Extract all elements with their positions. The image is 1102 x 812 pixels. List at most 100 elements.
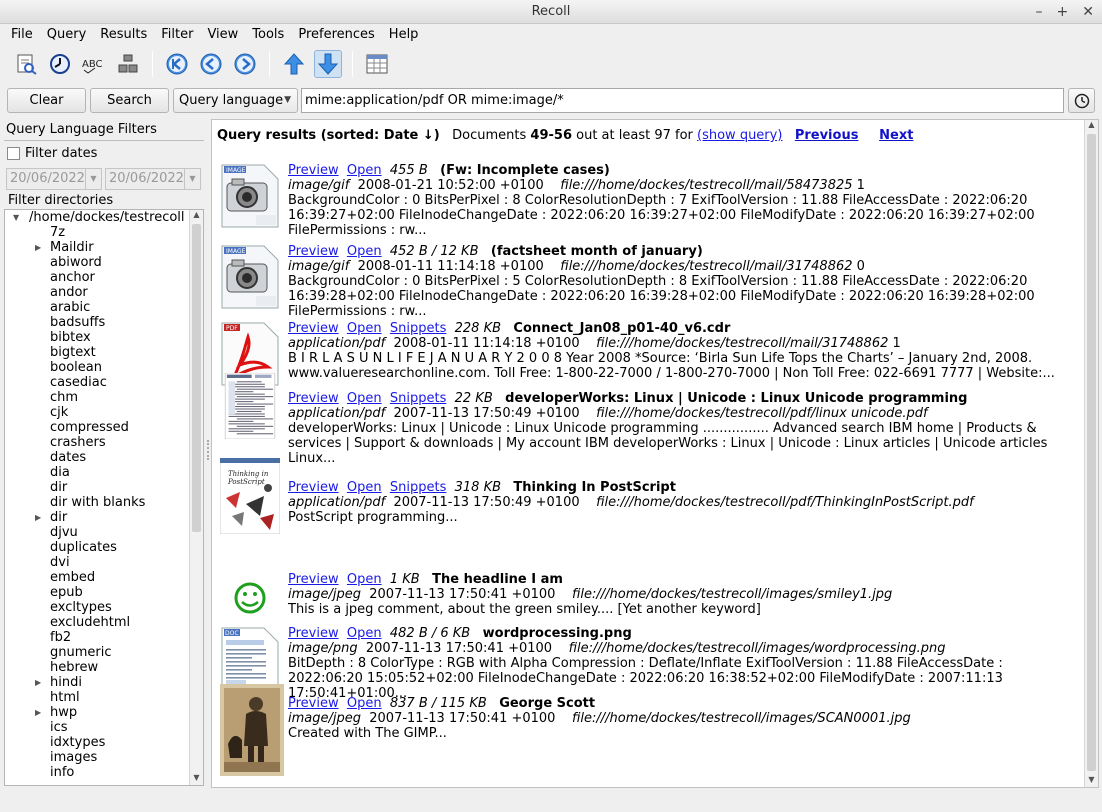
- result-snippets-link[interactable]: Snippets: [390, 391, 446, 406]
- collapsed-arrow-icon[interactable]: ▶: [35, 510, 45, 525]
- filter-dates-checkbox[interactable]: [7, 147, 20, 160]
- tree-item[interactable]: dir with blanks: [5, 495, 189, 510]
- tree-item[interactable]: images: [5, 750, 189, 765]
- result-preview-link[interactable]: Preview: [288, 391, 339, 406]
- tree-item[interactable]: ▶ dir: [5, 510, 189, 525]
- history-button[interactable]: [1068, 88, 1095, 113]
- tree-item[interactable]: html: [5, 690, 189, 705]
- clear-button[interactable]: Clear: [7, 88, 86, 113]
- results-scrollbar[interactable]: ▲ ▼: [1084, 120, 1098, 787]
- menu-preferences[interactable]: Preferences: [291, 25, 381, 45]
- tree-item[interactable]: dir: [5, 480, 189, 495]
- tree-item[interactable]: anchor: [5, 270, 189, 285]
- tree-item[interactable]: ▶ hwp: [5, 705, 189, 720]
- result-thumbnail[interactable]: Thinking in PostScript: [219, 457, 281, 538]
- result-open-link[interactable]: Open: [347, 696, 382, 711]
- tree-item[interactable]: epub: [5, 585, 189, 600]
- result-snippets-link[interactable]: Snippets: [390, 321, 446, 336]
- tree-item[interactable]: dates: [5, 450, 189, 465]
- collapsed-arrow-icon[interactable]: ▶: [35, 675, 45, 690]
- spell-abc-icon[interactable]: ABC: [80, 50, 108, 78]
- result-open-link[interactable]: Open: [347, 391, 382, 406]
- expanded-arrow-icon[interactable]: ▼: [13, 210, 23, 225]
- result-preview-link[interactable]: Preview: [288, 321, 339, 336]
- collapsed-arrow-icon[interactable]: ▶: [35, 705, 45, 720]
- tree-item[interactable]: ▼ /home/dockes/testrecoll: [5, 210, 189, 225]
- tree-item[interactable]: 7z: [5, 225, 189, 240]
- result-open-link[interactable]: Open: [347, 244, 382, 259]
- result-preview-link[interactable]: Preview: [288, 244, 339, 259]
- history-clock-icon[interactable]: [46, 50, 74, 78]
- tree-item[interactable]: ics: [5, 720, 189, 735]
- menu-results[interactable]: Results: [93, 25, 154, 45]
- tree-item[interactable]: cjk: [5, 405, 189, 420]
- show-query-link[interactable]: (show query): [697, 128, 782, 143]
- results-scroll-thumb[interactable]: [1087, 134, 1096, 771]
- first-page-icon[interactable]: [163, 50, 191, 78]
- result-thumbnail[interactable]: [220, 684, 284, 780]
- query-mode-select[interactable]: Query language ▼: [173, 88, 298, 113]
- tree-item[interactable]: excludehtml: [5, 615, 189, 630]
- tree-scroll-thumb[interactable]: [192, 224, 201, 532]
- previous-page-icon[interactable]: [197, 50, 225, 78]
- result-preview-link[interactable]: Preview: [288, 626, 339, 641]
- next-link[interactable]: Next: [879, 128, 913, 143]
- tree-item[interactable]: badsuffs: [5, 315, 189, 330]
- tree-item[interactable]: crashers: [5, 435, 189, 450]
- date-from-field[interactable]: 20/06/2022 ▼: [6, 168, 102, 190]
- scroll-up-icon[interactable]: ▲: [190, 210, 203, 222]
- result-open-link[interactable]: Open: [347, 163, 382, 178]
- menu-tools[interactable]: Tools: [245, 25, 291, 45]
- maximize-icon[interactable]: +: [1057, 0, 1069, 24]
- close-icon[interactable]: ✕: [1082, 0, 1094, 24]
- result-open-link[interactable]: Open: [347, 626, 382, 641]
- tree-item[interactable]: chm: [5, 390, 189, 405]
- tree-scrollbar[interactable]: ▲ ▼: [189, 210, 203, 785]
- tree-item[interactable]: fb2: [5, 630, 189, 645]
- menu-view[interactable]: View: [200, 25, 245, 45]
- tree-item[interactable]: info: [5, 765, 189, 780]
- result-thumbnail[interactable]: IMAGE: [220, 244, 280, 314]
- tree-item[interactable]: bibtex: [5, 330, 189, 345]
- sort-ascending-icon[interactable]: [280, 50, 308, 78]
- next-page-icon[interactable]: [231, 50, 259, 78]
- tree-item[interactable]: gnumeric: [5, 645, 189, 660]
- tree-item[interactable]: abiword: [5, 255, 189, 270]
- sort-descending-icon[interactable]: [314, 50, 342, 78]
- tree-item[interactable]: idxtypes: [5, 735, 189, 750]
- tree-item[interactable]: dvi: [5, 555, 189, 570]
- directory-tree[interactable]: ▼ /home/dockes/testrecoll 7z ▶ Maildir abiwor…: [4, 209, 204, 786]
- result-preview-link[interactable]: Preview: [288, 480, 339, 495]
- result-snippets-link[interactable]: Snippets: [390, 480, 446, 495]
- index-icon[interactable]: [114, 50, 142, 78]
- result-preview-link[interactable]: Preview: [288, 572, 339, 587]
- tree-item[interactable]: casediac: [5, 375, 189, 390]
- minimize-icon[interactable]: –: [1036, 0, 1043, 24]
- tree-item[interactable]: ▶ Maildir: [5, 240, 189, 255]
- tree-item[interactable]: ▶ hindi: [5, 675, 189, 690]
- tree-item[interactable]: bigtext: [5, 345, 189, 360]
- tree-item[interactable]: boolean: [5, 360, 189, 375]
- collapsed-arrow-icon[interactable]: ▶: [35, 240, 45, 255]
- result-thumbnail[interactable]: [220, 372, 280, 443]
- date-to-field[interactable]: 20/06/2022 ▼: [105, 168, 201, 190]
- scroll-down-icon[interactable]: ▼: [1085, 775, 1098, 787]
- tree-item[interactable]: embed: [5, 570, 189, 585]
- menu-query[interactable]: Query: [40, 25, 94, 45]
- previous-link[interactable]: Previous: [795, 128, 859, 143]
- tree-item[interactable]: djvu: [5, 525, 189, 540]
- menu-help[interactable]: Help: [382, 25, 426, 45]
- result-open-link[interactable]: Open: [347, 480, 382, 495]
- tree-item[interactable]: duplicates: [5, 540, 189, 555]
- tree-item[interactable]: compressed: [5, 420, 189, 435]
- result-preview-link[interactable]: Preview: [288, 163, 339, 178]
- result-preview-link[interactable]: Preview: [288, 696, 339, 711]
- search-button[interactable]: Search: [90, 88, 169, 113]
- table-view-icon[interactable]: [363, 50, 391, 78]
- menu-filter[interactable]: Filter: [154, 25, 200, 45]
- tree-item[interactable]: hebrew: [5, 660, 189, 675]
- scroll-up-icon[interactable]: ▲: [1085, 120, 1098, 132]
- tree-item[interactable]: arabic: [5, 300, 189, 315]
- tree-item[interactable]: andor: [5, 285, 189, 300]
- tree-item[interactable]: dia: [5, 465, 189, 480]
